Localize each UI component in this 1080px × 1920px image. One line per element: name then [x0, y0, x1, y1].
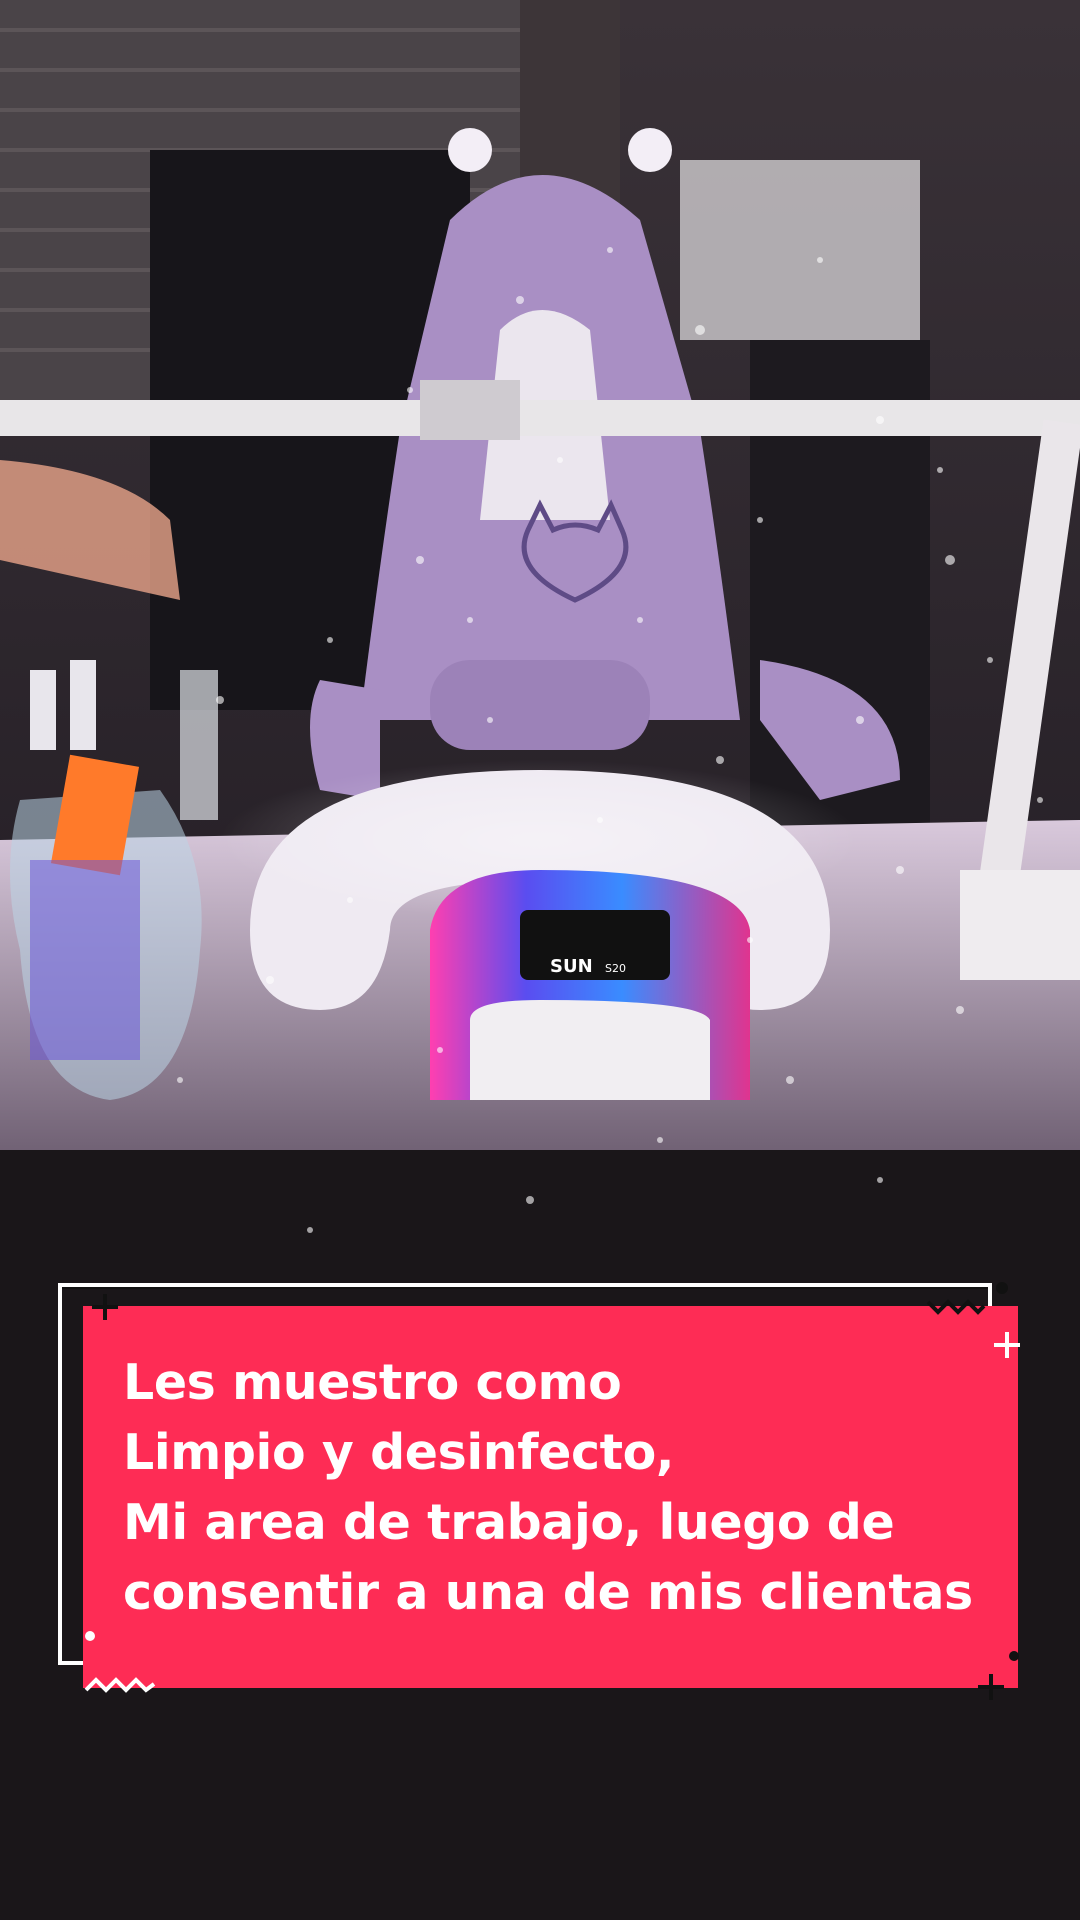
plus-icon — [978, 1674, 1004, 1700]
caption-card: Les muestro como Limpio y desinfecto, Mi… — [83, 1306, 1018, 1688]
caption-line-3: Mi area de trabajo, luego de — [123, 1494, 895, 1551]
dot-icon — [85, 1631, 95, 1641]
plus-icon — [994, 1332, 1020, 1358]
caption-line-4: consentir a una de mis clientas — [123, 1564, 973, 1621]
dot-icon — [996, 1282, 1008, 1294]
caption-line-1: Les muestro como — [123, 1354, 622, 1411]
plus-icon — [92, 1294, 118, 1320]
caption-line-2: Limpio y desinfecto, — [123, 1424, 675, 1481]
zigzag-icon — [926, 1299, 986, 1315]
zigzag-icon — [84, 1677, 156, 1693]
dot-icon — [1009, 1651, 1019, 1661]
photo-scene: SUN S20 Les muestro como Limpio y desinf… — [0, 0, 1080, 1920]
